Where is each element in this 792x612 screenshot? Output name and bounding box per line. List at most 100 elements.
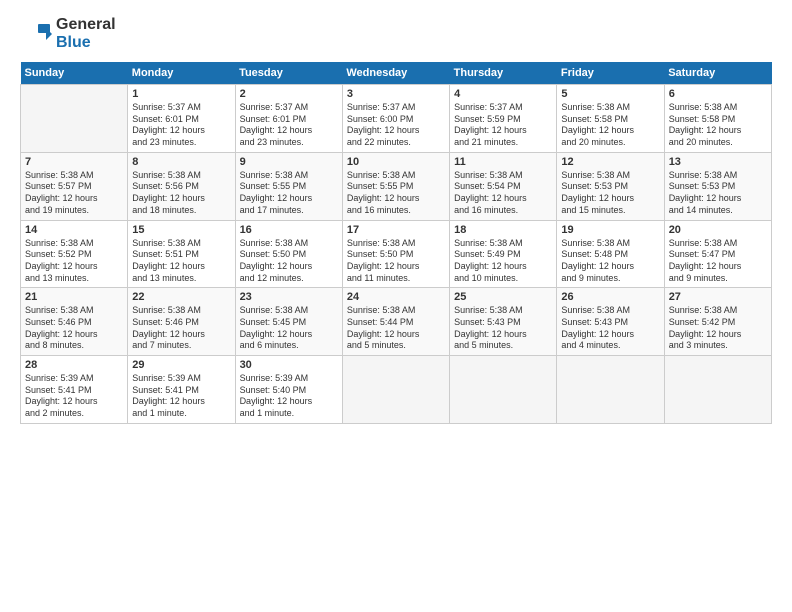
logo-general-text: General bbox=[56, 16, 116, 33]
calendar-cell: 26 Sunrise: 5:38 AM Sunset: 5:43 PM Dayli… bbox=[557, 288, 664, 356]
calendar-cell: 29 Sunrise: 5:39 AM Sunset: 5:41 PM Dayli… bbox=[128, 356, 235, 424]
day-info: Sunrise: 5:38 AM Sunset: 5:53 PM Dayligh… bbox=[561, 170, 659, 217]
calendar-cell: 8 Sunrise: 5:38 AM Sunset: 5:56 PM Daylig… bbox=[128, 152, 235, 220]
day-number: 22 bbox=[132, 291, 230, 303]
day-info: Sunrise: 5:38 AM Sunset: 5:58 PM Dayligh… bbox=[669, 102, 767, 149]
day-number: 14 bbox=[25, 224, 123, 236]
calendar-cell: 21 Sunrise: 5:38 AM Sunset: 5:46 PM Dayli… bbox=[21, 288, 128, 356]
calendar-cell: 14 Sunrise: 5:38 AM Sunset: 5:52 PM Dayli… bbox=[21, 220, 128, 288]
day-info: Sunrise: 5:38 AM Sunset: 5:46 PM Dayligh… bbox=[132, 305, 230, 352]
logo-blue-text: Blue bbox=[56, 34, 91, 51]
day-info: Sunrise: 5:38 AM Sunset: 5:55 PM Dayligh… bbox=[240, 170, 338, 217]
calendar-week-row: 14 Sunrise: 5:38 AM Sunset: 5:52 PM Dayli… bbox=[21, 220, 772, 288]
calendar-cell bbox=[450, 356, 557, 424]
page-header: General Blue bbox=[20, 16, 772, 52]
day-number: 3 bbox=[347, 88, 445, 100]
calendar-day-header: Thursday bbox=[450, 62, 557, 85]
day-number: 20 bbox=[669, 224, 767, 236]
day-info: Sunrise: 5:37 AM Sunset: 6:00 PM Dayligh… bbox=[347, 102, 445, 149]
calendar-cell bbox=[21, 85, 128, 153]
calendar-day-header: Sunday bbox=[21, 62, 128, 85]
calendar-week-row: 1 Sunrise: 5:37 AM Sunset: 6:01 PM Daylig… bbox=[21, 85, 772, 153]
calendar-week-row: 7 Sunrise: 5:38 AM Sunset: 5:57 PM Daylig… bbox=[21, 152, 772, 220]
day-number: 18 bbox=[454, 224, 552, 236]
calendar-day-header: Friday bbox=[557, 62, 664, 85]
calendar-cell: 16 Sunrise: 5:38 AM Sunset: 5:50 PM Dayli… bbox=[235, 220, 342, 288]
day-info: Sunrise: 5:38 AM Sunset: 5:54 PM Dayligh… bbox=[454, 170, 552, 217]
day-number: 24 bbox=[347, 291, 445, 303]
day-info: Sunrise: 5:39 AM Sunset: 5:41 PM Dayligh… bbox=[132, 373, 230, 420]
calendar-day-header: Monday bbox=[128, 62, 235, 85]
day-number: 6 bbox=[669, 88, 767, 100]
day-info: Sunrise: 5:38 AM Sunset: 5:48 PM Dayligh… bbox=[561, 238, 659, 285]
day-number: 8 bbox=[132, 156, 230, 168]
day-info: Sunrise: 5:38 AM Sunset: 5:52 PM Dayligh… bbox=[25, 238, 123, 285]
calendar-cell: 10Sunrise: 5:38 AM Sunset: 5:55 PM Dayli… bbox=[342, 152, 449, 220]
calendar-week-row: 28 Sunrise: 5:39 AM Sunset: 5:41 PM Dayli… bbox=[21, 356, 772, 424]
day-info: Sunrise: 5:38 AM Sunset: 5:49 PM Dayligh… bbox=[454, 238, 552, 285]
day-number: 21 bbox=[25, 291, 123, 303]
calendar-cell: 27Sunrise: 5:38 AM Sunset: 5:42 PM Dayli… bbox=[664, 288, 771, 356]
calendar-cell bbox=[664, 356, 771, 424]
calendar-cell: 17Sunrise: 5:38 AM Sunset: 5:50 PM Dayli… bbox=[342, 220, 449, 288]
day-info: Sunrise: 5:38 AM Sunset: 5:53 PM Dayligh… bbox=[669, 170, 767, 217]
calendar-cell: 11 Sunrise: 5:38 AM Sunset: 5:54 PM Dayli… bbox=[450, 152, 557, 220]
calendar-cell: 13 Sunrise: 5:38 AM Sunset: 5:53 PM Dayli… bbox=[664, 152, 771, 220]
calendar-header-row: SundayMondayTuesdayWednesdayThursdayFrid… bbox=[21, 62, 772, 85]
day-info: Sunrise: 5:38 AM Sunset: 5:44 PM Dayligh… bbox=[347, 305, 445, 352]
day-number: 1 bbox=[132, 88, 230, 100]
day-number: 7 bbox=[25, 156, 123, 168]
calendar-day-header: Tuesday bbox=[235, 62, 342, 85]
day-number: 13 bbox=[669, 156, 767, 168]
calendar-cell: 22 Sunrise: 5:38 AM Sunset: 5:46 PM Dayli… bbox=[128, 288, 235, 356]
day-info: Sunrise: 5:37 AM Sunset: 5:59 PM Dayligh… bbox=[454, 102, 552, 149]
day-number: 12 bbox=[561, 156, 659, 168]
calendar-cell: 24 Sunrise: 5:38 AM Sunset: 5:44 PM Dayli… bbox=[342, 288, 449, 356]
calendar-table: SundayMondayTuesdayWednesdayThursdayFrid… bbox=[20, 62, 772, 424]
day-number: 5 bbox=[561, 88, 659, 100]
calendar-cell bbox=[342, 356, 449, 424]
calendar-cell: 2 Sunrise: 5:37 AM Sunset: 6:01 PM Daylig… bbox=[235, 85, 342, 153]
day-number: 25 bbox=[454, 291, 552, 303]
calendar-cell: 19Sunrise: 5:38 AM Sunset: 5:48 PM Dayli… bbox=[557, 220, 664, 288]
day-info: Sunrise: 5:38 AM Sunset: 5:45 PM Dayligh… bbox=[240, 305, 338, 352]
calendar-cell: 3 Sunrise: 5:37 AM Sunset: 6:00 PM Daylig… bbox=[342, 85, 449, 153]
day-number: 11 bbox=[454, 156, 552, 168]
calendar-cell: 18 Sunrise: 5:38 AM Sunset: 5:49 PM Dayli… bbox=[450, 220, 557, 288]
day-info: Sunrise: 5:39 AM Sunset: 5:40 PM Dayligh… bbox=[240, 373, 338, 420]
day-info: Sunrise: 5:38 AM Sunset: 5:56 PM Dayligh… bbox=[132, 170, 230, 217]
calendar-cell: 30 Sunrise: 5:39 AM Sunset: 5:40 PM Dayli… bbox=[235, 356, 342, 424]
logo: General Blue bbox=[20, 16, 116, 52]
day-info: Sunrise: 5:38 AM Sunset: 5:47 PM Dayligh… bbox=[669, 238, 767, 285]
day-info: Sunrise: 5:38 AM Sunset: 5:57 PM Dayligh… bbox=[25, 170, 123, 217]
day-number: 27 bbox=[669, 291, 767, 303]
day-number: 15 bbox=[132, 224, 230, 236]
day-number: 2 bbox=[240, 88, 338, 100]
day-info: Sunrise: 5:37 AM Sunset: 6:01 PM Dayligh… bbox=[240, 102, 338, 149]
day-number: 16 bbox=[240, 224, 338, 236]
day-number: 26 bbox=[561, 291, 659, 303]
calendar-cell: 5Sunrise: 5:38 AM Sunset: 5:58 PM Daylig… bbox=[557, 85, 664, 153]
day-number: 28 bbox=[25, 359, 123, 371]
day-info: Sunrise: 5:38 AM Sunset: 5:55 PM Dayligh… bbox=[347, 170, 445, 217]
calendar-cell: 1 Sunrise: 5:37 AM Sunset: 6:01 PM Daylig… bbox=[128, 85, 235, 153]
calendar-cell: 7 Sunrise: 5:38 AM Sunset: 5:57 PM Daylig… bbox=[21, 152, 128, 220]
day-number: 4 bbox=[454, 88, 552, 100]
day-info: Sunrise: 5:38 AM Sunset: 5:43 PM Dayligh… bbox=[561, 305, 659, 352]
calendar-cell: 28Sunrise: 5:39 AM Sunset: 5:41 PM Dayli… bbox=[21, 356, 128, 424]
day-info: Sunrise: 5:38 AM Sunset: 5:43 PM Dayligh… bbox=[454, 305, 552, 352]
day-number: 29 bbox=[132, 359, 230, 371]
calendar-cell: 4 Sunrise: 5:37 AM Sunset: 5:59 PM Daylig… bbox=[450, 85, 557, 153]
calendar-cell: 6 Sunrise: 5:38 AM Sunset: 5:58 PM Daylig… bbox=[664, 85, 771, 153]
day-number: 17 bbox=[347, 224, 445, 236]
day-info: Sunrise: 5:38 AM Sunset: 5:46 PM Dayligh… bbox=[25, 305, 123, 352]
calendar-cell: 12 Sunrise: 5:38 AM Sunset: 5:53 PM Dayli… bbox=[557, 152, 664, 220]
calendar-cell: 20 Sunrise: 5:38 AM Sunset: 5:47 PM Dayli… bbox=[664, 220, 771, 288]
day-number: 30 bbox=[240, 359, 338, 371]
day-info: Sunrise: 5:38 AM Sunset: 5:50 PM Dayligh… bbox=[240, 238, 338, 285]
logo-svg bbox=[20, 18, 52, 50]
day-number: 23 bbox=[240, 291, 338, 303]
day-info: Sunrise: 5:37 AM Sunset: 6:01 PM Dayligh… bbox=[132, 102, 230, 149]
day-number: 9 bbox=[240, 156, 338, 168]
calendar-cell: 25 Sunrise: 5:38 AM Sunset: 5:43 PM Dayli… bbox=[450, 288, 557, 356]
